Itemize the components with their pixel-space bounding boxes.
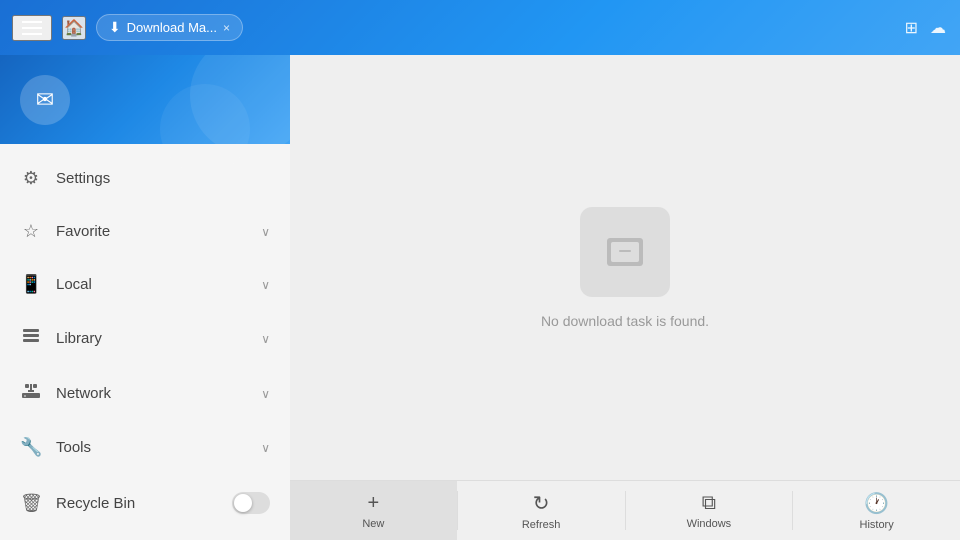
sidebar-label-favorite: Favorite	[56, 223, 261, 240]
recycle-bin-toggle[interactable]	[232, 492, 270, 514]
tools-icon: 🔧	[20, 437, 42, 458]
history-label: History	[860, 519, 894, 531]
library-icon	[20, 327, 42, 350]
avatar: ✉	[20, 75, 70, 125]
favorite-icon: ☆	[20, 221, 42, 242]
refresh-icon: ↻	[533, 491, 550, 516]
chevron-down-icon: ∨	[261, 441, 270, 455]
chevron-down-icon: ∨	[261, 278, 270, 292]
local-icon: 📱	[20, 274, 42, 295]
sidebar-item-local[interactable]: 📱 Local ∨	[0, 258, 290, 311]
chevron-down-icon: ∨	[261, 332, 270, 346]
settings-icon: ⚙	[20, 168, 42, 189]
download-arrow-icon: ⬇	[109, 19, 121, 36]
sidebar-label-library: Library	[56, 330, 261, 347]
tab-label: Download Ma...	[127, 20, 217, 35]
history-icon: 🕐	[864, 491, 889, 516]
windows-label: Windows	[687, 518, 732, 530]
history-button[interactable]: 🕐 History	[793, 481, 960, 540]
cloud-icon[interactable]: ☁	[928, 16, 948, 40]
sidebar-item-tools[interactable]: 🔧 Tools ∨	[0, 421, 290, 474]
new-label: New	[362, 518, 384, 530]
sidebar-label-tools: Tools	[56, 439, 261, 456]
sidebar-item-library[interactable]: Library ∨	[0, 311, 290, 366]
header-icons: ⊞ ☁	[903, 16, 948, 40]
avatar-icon: ✉	[36, 87, 54, 113]
chevron-down-icon: ∨	[261, 387, 270, 401]
refresh-button[interactable]: ↻ Refresh	[458, 481, 625, 540]
plus-icon: +	[368, 492, 380, 515]
sidebar-label-recycle-bin: Recycle Bin	[56, 495, 232, 512]
empty-message: No download task is found.	[541, 313, 709, 329]
new-button[interactable]: + New	[290, 481, 457, 540]
sidebar-item-network[interactable]: Network ∨	[0, 366, 290, 421]
sidebar-nav: ⚙ Settings ☆ Favorite ∨ 📱 Local ∨	[0, 144, 290, 540]
sidebar-label-local: Local	[56, 276, 261, 293]
main-layout: ✉ ⚙ Settings ☆ Favorite ∨ 📱 Local ∨	[0, 55, 960, 540]
bottom-toolbar: + New ↻ Refresh ⧉ Windows 🕐 History	[290, 480, 960, 540]
download-tab[interactable]: ⬇ Download Ma... ×	[96, 14, 243, 41]
sidebar-item-favorite[interactable]: ☆ Favorite ∨	[0, 205, 290, 258]
recycle-bin-icon: 🗑	[20, 493, 42, 514]
windows-icon[interactable]: ⊞	[903, 16, 920, 40]
tab-close-button[interactable]: ×	[223, 21, 230, 35]
chevron-down-icon: ∨	[261, 225, 270, 239]
home-button[interactable]: 🏠	[62, 16, 86, 40]
sidebar-label-settings: Settings	[56, 170, 270, 187]
sidebar-label-network: Network	[56, 385, 261, 402]
content-area: No download task is found. + New ↻ Refre…	[290, 55, 960, 540]
sidebar-item-settings[interactable]: ⚙ Settings	[0, 152, 290, 205]
windows-button[interactable]: ⧉ Windows	[626, 481, 793, 540]
refresh-label: Refresh	[522, 519, 561, 531]
sidebar-header: ✉	[0, 55, 290, 144]
network-icon	[20, 382, 42, 405]
menu-button[interactable]	[12, 15, 52, 41]
sidebar-item-recycle-bin[interactable]: 🗑 Recycle Bin	[0, 474, 290, 532]
empty-state-icon	[580, 207, 670, 297]
sidebar: ✉ ⚙ Settings ☆ Favorite ∨ 📱 Local ∨	[0, 55, 290, 540]
empty-state: No download task is found.	[290, 55, 960, 480]
header: 🏠 ⬇ Download Ma... × ⊞ ☁	[0, 0, 960, 55]
windows-icon: ⧉	[702, 492, 716, 515]
